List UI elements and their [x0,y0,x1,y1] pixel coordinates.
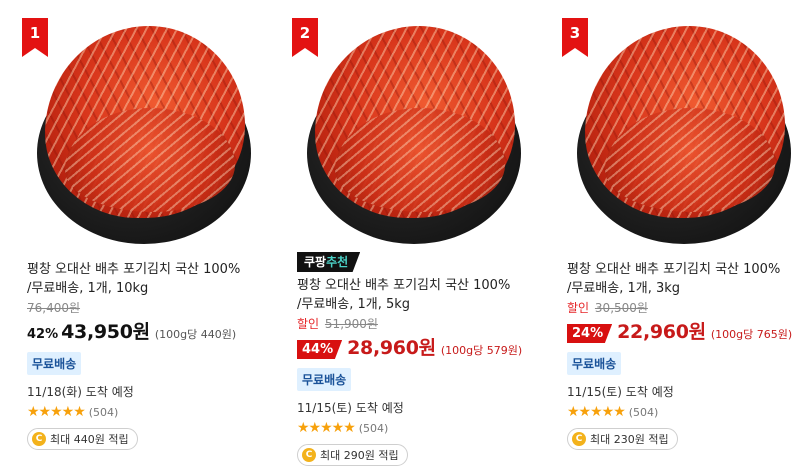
reward-text: 최대 440원 적립 [50,433,129,446]
coin-icon: C [572,432,586,446]
product-image[interactable]: 3 [562,14,795,244]
star-rating-icon: ★★★★★ [567,404,626,420]
discount-rate: 24% [567,324,613,343]
coin-icon: C [302,448,316,462]
product-title[interactable]: 평창 오대산 배추 포기김치 국산 100% /무료배송, 1개, 10kg [27,260,242,298]
sale-price: 43,950원 [61,321,150,343]
discount-label: 할인 [297,317,320,331]
product-image[interactable]: 2 [292,14,525,244]
original-price-line: 76,400원 [27,301,267,316]
review-count: (504) [628,405,659,419]
price-line: 24% 22,960원 (100g당 765원) [567,317,807,344]
unit-price: (100g당 579원) [440,344,523,357]
delivery-date: 11/15(토) 도착 예정 [297,401,404,415]
original-price-line: 할인 51,900원 [297,317,537,332]
rating: ★★★★★ (504) [567,404,807,420]
delivery-date: 11/15(토) 도착 예정 [567,385,674,399]
discount-rate: 42% [27,327,59,342]
unit-price: (100g당 765원) [710,328,793,341]
rating: ★★★★★ (504) [27,404,267,420]
sale-price: 28,960원 [347,337,436,359]
discount-label: 할인 [567,301,590,315]
free-shipping-badge: 무료배송 [297,368,352,391]
sale-price: 22,960원 [617,321,706,343]
reward-badge: C 최대 290원 적립 [297,444,408,466]
review-count: (504) [88,405,119,419]
discount-rate: 44% [297,340,343,359]
price-line: 44% 28,960원 (100g당 579원) [297,333,537,360]
product-card[interactable]: 1 평창 오대산 배추 포기김치 국산 100% /무료배송, 1개, 10kg… [22,0,267,450]
badge-suffix: 추천 [326,255,349,269]
star-rating-icon: ★★★★★ [27,404,86,420]
original-price: 51,900원 [324,317,378,331]
product-image[interactable]: 1 [22,14,255,244]
reward-badge: C 최대 440원 적립 [27,428,138,450]
delivery-date: 11/18(화) 도착 예정 [27,385,134,399]
original-price-line: 할인 30,500원 [567,301,807,316]
rank-badge: 3 [562,18,588,57]
product-card[interactable]: 3 평창 오대산 배추 포기김치 국산 100% /무료배송, 1개, 3kg … [562,0,807,450]
star-rating-icon: ★★★★★ [297,420,356,436]
original-price: 30,500원 [594,301,648,315]
free-shipping-badge: 무료배송 [567,352,622,375]
reward-text: 최대 290원 적립 [320,449,399,462]
badge-prefix: 쿠팡 [304,255,327,269]
free-shipping-badge: 무료배송 [27,352,82,375]
product-title[interactable]: 평창 오대산 배추 포기김치 국산 100% /무료배송, 1개, 3kg [567,260,782,298]
coupang-recommend-badge: 쿠팡추천 [297,252,361,272]
coin-icon: C [32,432,46,446]
reward-badge: C 최대 230원 적립 [567,428,678,450]
rank-badge: 2 [292,18,318,57]
product-grid: 1 평창 오대산 배추 포기김치 국산 100% /무료배송, 1개, 10kg… [0,0,809,472]
review-count: (504) [358,421,389,435]
rating: ★★★★★ (504) [297,420,537,436]
price-line: 42% 43,950원 (100g당 440원) [27,317,267,344]
unit-price: (100g당 440원) [154,328,237,341]
product-card[interactable]: 2 쿠팡추천 평창 오대산 배추 포기김치 국산 100% /무료배송, 1개,… [292,0,537,466]
product-title[interactable]: 평창 오대산 배추 포기김치 국산 100% /무료배송, 1개, 5kg [297,276,512,314]
original-price: 76,400원 [27,301,81,315]
reward-text: 최대 230원 적립 [590,433,669,446]
rank-badge: 1 [22,18,48,57]
